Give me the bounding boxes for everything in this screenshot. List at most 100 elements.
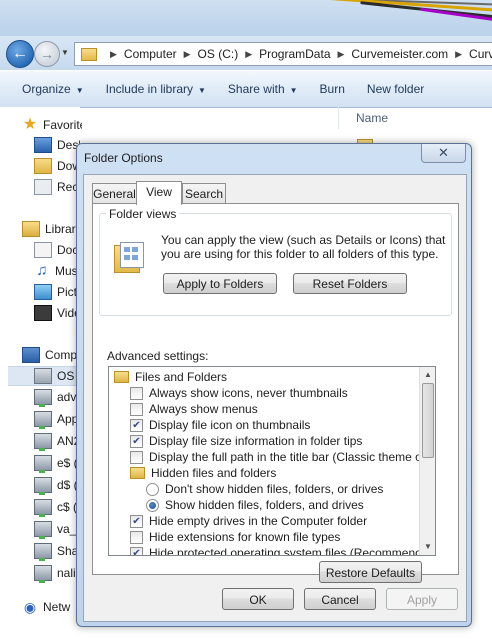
burn-button[interactable]: Burn [320,82,345,96]
list-item[interactable]: Show hidden files, folders, and drives [146,497,364,513]
nav-drive[interactable]: adv [34,387,80,407]
breadcrumb-computer[interactable]: Computer [124,47,177,61]
nav-label: Favorites [43,118,82,132]
chevron-right-icon[interactable]: ▶ [245,49,252,60]
nav-label: Comp [45,348,78,362]
list-item[interactable]: Always show menus [130,401,258,417]
nav-documents[interactable]: Docu [34,240,80,260]
network-drive-icon [34,499,52,517]
nav-downloads[interactable]: Dow [34,156,80,176]
nav-drive[interactable]: e$ ( [34,453,80,473]
caret-down-icon: ▼ [289,86,298,95]
radio-selected[interactable] [146,498,159,512]
list-item: Hidden files and folders [130,465,276,481]
network-globe-icon: ◉ [23,599,37,615]
chevron-right-icon[interactable]: ▶ [338,49,345,60]
list-item[interactable]: ✔ Hide protected operating system files … [130,545,435,555]
nav-recent[interactable]: Rece [34,177,80,197]
list-item-label: Display file size information in folder … [149,434,363,448]
list-item-label: Hide extensions for known file types [149,530,341,544]
advanced-settings-list[interactable]: Files and Folders Always show icons, nev… [108,366,436,556]
folder-views-icon [114,242,144,273]
nav-desktop[interactable]: Desk [34,135,80,155]
dialog-body: General View Search Folder views You can… [83,174,467,622]
nav-drive[interactable]: Sha [34,541,80,561]
nav-os-drive[interactable]: OS ( [8,366,80,386]
tab-search[interactable]: Search [182,183,226,204]
reset-folders-button[interactable]: Reset Folders [293,273,407,294]
nav-drive[interactable]: AN2 [34,431,80,451]
nav-pictures[interactable]: Pictu [34,282,80,302]
vertical-scrollbar[interactable]: ▲ ▼ [419,367,435,555]
breadcrumb-programdata[interactable]: ProgramData [259,47,330,61]
checkbox-unchecked[interactable] [130,450,143,464]
nav-network[interactable]: ◉ Netw [22,597,80,617]
recent-places-icon [34,179,52,195]
radio-unselected[interactable] [146,482,159,496]
nav-label: nali [57,566,76,580]
nav-drive[interactable]: va_c [34,519,80,539]
dialog-title: Folder Options [84,151,163,165]
tab-general[interactable]: General [92,183,137,204]
restore-defaults-button[interactable]: Restore Defaults [319,561,422,583]
back-button[interactable]: ← [6,40,34,68]
tab-view[interactable]: View [136,181,182,205]
chevron-right-icon[interactable]: ▶ [455,49,462,60]
recent-pages-dropdown-icon[interactable]: ▼ [61,48,69,57]
star-icon: ★ [22,116,38,133]
nav-drive[interactable]: nali [34,563,80,583]
checkbox-checked[interactable]: ✔ [130,434,143,448]
list-item-label: Display the full path in the title bar (… [149,450,436,464]
breadcrumb-os-drive[interactable]: OS (C:) [198,47,239,61]
network-drive-icon [34,477,52,495]
nav-computer[interactable]: Comp [22,345,80,365]
list-item[interactable]: Display the full path in the title bar (… [130,449,436,465]
list-item[interactable]: ✔ Display file icon on thumbnails [130,417,310,433]
list-item-label: Show hidden files, folders, and drives [165,498,364,512]
nav-drive[interactable]: d$ ( [34,475,80,495]
caret-down-icon: ▼ [198,86,206,95]
nav-libraries[interactable]: Librar [22,219,80,239]
address-bar[interactable]: ▶ Computer ▶ OS (C:) ▶ ProgramData ▶ Cur… [74,42,492,66]
list-item[interactable]: Hide extensions for known file types [130,529,340,545]
list-item[interactable]: ✔ Hide empty drives in the Computer fold… [130,513,367,529]
nav-drive[interactable]: App [34,409,80,429]
share-with-button[interactable]: Share with ▼ [228,82,298,96]
chevron-right-icon[interactable]: ▶ [110,49,117,60]
scroll-down-icon[interactable]: ▼ [420,539,435,555]
nav-music[interactable]: ♫ Musi [34,261,80,281]
list-item[interactable]: ✔ Display file size information in folde… [130,433,362,449]
scrollbar-thumb[interactable] [422,383,434,458]
checkbox-checked[interactable]: ✔ [130,514,143,528]
forward-button[interactable]: → [34,41,60,67]
nav-drive[interactable]: c$ ( [34,497,80,517]
nav-videos[interactable]: Vide [34,303,80,323]
scroll-up-icon[interactable]: ▲ [420,367,435,383]
nav-favorites[interactable]: ★ Favorites [22,115,82,135]
name-column-header[interactable]: Name [338,107,492,129]
apply-to-folders-button[interactable]: Apply to Folders [163,273,277,294]
breadcrumb-curve[interactable]: Curve [469,47,492,61]
close-button[interactable]: ✕ [421,144,466,163]
nav-label: Librar [45,222,76,236]
list-item-label: Don't show hidden files, folders, or dri… [165,482,384,496]
checkbox-checked[interactable]: ✔ [130,418,143,432]
include-in-library-button[interactable]: Include in library ▼ [106,82,206,96]
organize-button[interactable]: Organize ▼ [22,82,84,96]
apply-button[interactable]: Apply [386,588,458,610]
checkbox-unchecked[interactable] [130,530,143,544]
nav-label: c$ ( [57,500,78,514]
breadcrumb-curvemeister[interactable]: Curvemeister.com [351,47,448,61]
new-folder-button[interactable]: New folder [367,82,424,96]
checkbox-unchecked[interactable] [130,402,143,416]
list-item[interactable]: Always show icons, never thumbnails [130,385,348,401]
ok-button[interactable]: OK [222,588,294,610]
list-item[interactable]: Don't show hidden files, folders, or dri… [146,481,383,497]
folder-views-legend: Folder views [106,207,180,221]
chevron-right-icon[interactable]: ▶ [184,49,191,60]
cancel-button[interactable]: Cancel [304,588,376,610]
checkbox-checked[interactable]: ✔ [130,546,143,555]
music-note-icon: ♫ [36,262,48,279]
checkbox-unchecked[interactable] [130,386,143,400]
list-item-label: Always show icons, never thumbnails [149,386,348,400]
